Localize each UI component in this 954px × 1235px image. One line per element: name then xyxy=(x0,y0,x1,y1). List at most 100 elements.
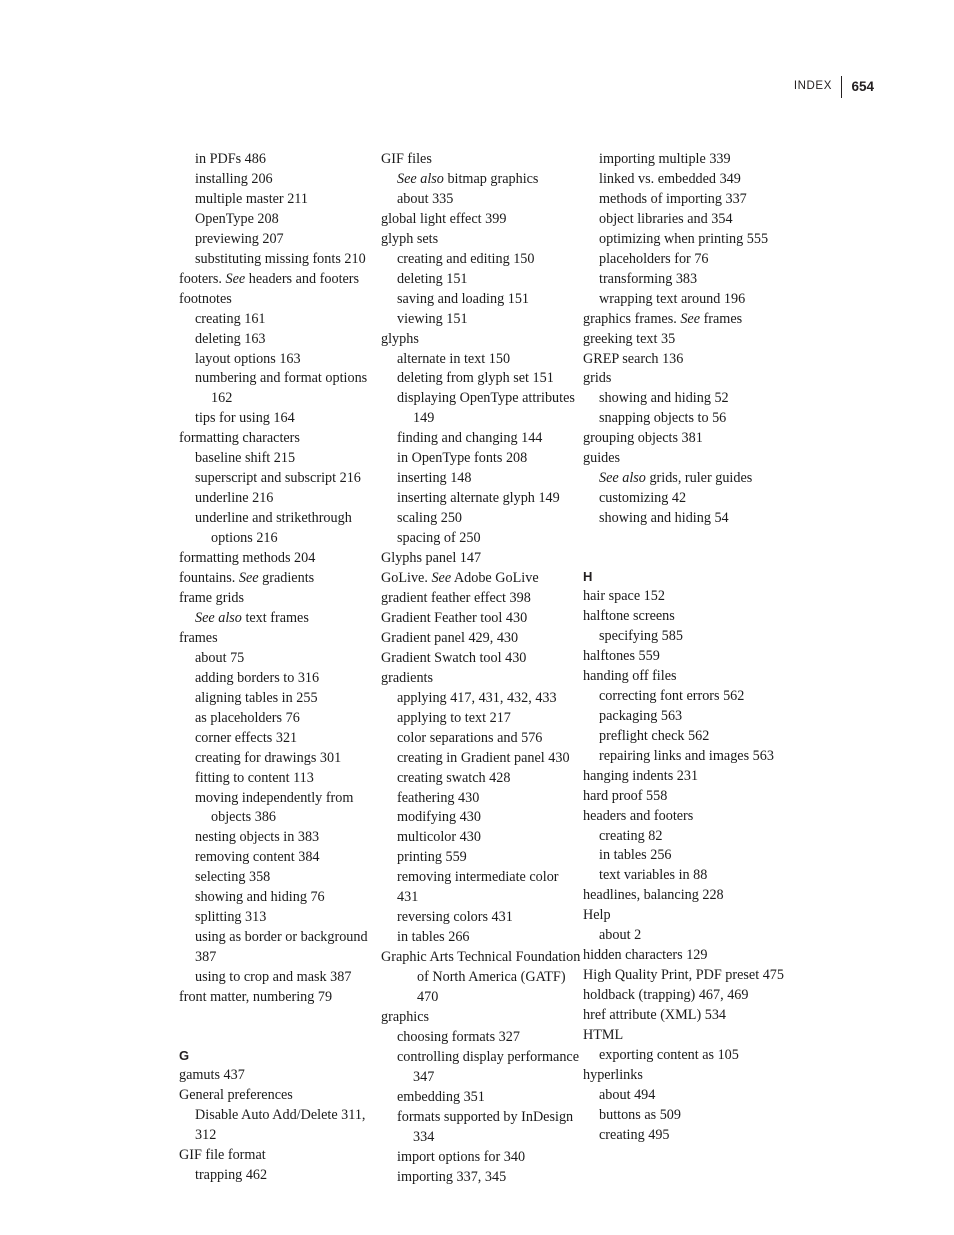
index-subentry: methods of importing 337 xyxy=(599,190,747,207)
index-subentry: substituting missing fonts 210 xyxy=(195,250,366,267)
index-subentry: inserting alternate glyph 149 xyxy=(397,490,560,507)
index-subentry: in tables 266 xyxy=(397,929,470,946)
index-subentry: placeholders for 76 xyxy=(599,250,709,267)
index-subentry: corner effects 321 xyxy=(195,729,298,746)
index-entry: GREP search 136 xyxy=(583,350,684,367)
index-page: { "header": { "label": "INDEX", "folio":… xyxy=(0,0,954,1235)
index-subentry: scaling 250 xyxy=(397,510,463,527)
index-subentry: preflight check 562 xyxy=(599,727,710,744)
index-entry: grouping objects 381 xyxy=(583,430,703,447)
index-entry: guides xyxy=(583,450,621,467)
index-entry: footnotes xyxy=(179,290,232,307)
index-entry: glyph sets xyxy=(381,230,439,247)
cross-reference-term: See xyxy=(238,570,259,587)
cross-reference-term: See xyxy=(680,310,701,327)
index-subentry: repairing links and images 563 xyxy=(599,747,774,764)
index-entry: Gradient Swatch tool 430 xyxy=(381,649,527,666)
index-subentry: object libraries and 354 xyxy=(599,210,733,227)
index-section-heading: G xyxy=(179,1047,190,1063)
index-subentry: modifying 430 xyxy=(397,809,481,826)
index-subentry: spacing of 250 xyxy=(397,530,481,547)
index-entry: formatting methods 204 xyxy=(179,550,316,567)
index-entry: graphics xyxy=(381,1008,430,1025)
index-entry: headers and footers xyxy=(583,807,694,824)
index-subentry: nesting objects in 383 xyxy=(195,829,320,846)
index-subentry: about 335 xyxy=(397,190,454,207)
index-column-2: GIF files See also bitmap graphics about 3… xyxy=(381,150,583,1188)
index-subentry: adding borders to 316 xyxy=(195,669,320,686)
index-entry: formatting characters xyxy=(179,430,300,447)
index-subentry: viewing 151 xyxy=(397,310,468,327)
index-entry: footers. See headers and footers xyxy=(179,270,360,287)
index-subentry: linked vs. embedded 349 xyxy=(599,170,741,187)
index-entry: hyperlinks xyxy=(583,1066,643,1083)
index-subentry: customizing 42 xyxy=(599,490,687,507)
index-subentry: correcting font errors 562 xyxy=(599,687,745,704)
index-subentry: creating 495 xyxy=(599,1126,670,1143)
index-subentry: formats supported by InDesign 334 xyxy=(397,1108,574,1145)
running-header-label: INDEX xyxy=(793,80,832,93)
index-entry: grids xyxy=(583,370,612,387)
index-subentry: about 494 xyxy=(599,1086,656,1103)
index-entry: front matter, numbering 79 xyxy=(179,989,333,1006)
index-entry: GoLive. See Adobe GoLive xyxy=(381,570,539,587)
index-subentry: import options for 340 xyxy=(397,1148,526,1165)
index-subentry: numbering and format options 162 xyxy=(195,370,368,407)
index-entry: GIF file format xyxy=(179,1146,266,1163)
cross-reference-term: See xyxy=(431,570,452,587)
index-subentry: as placeholders 76 xyxy=(195,709,300,726)
index-subentry: color separations and 576 xyxy=(397,729,543,746)
index-subentry: deleting from glyph set 151 xyxy=(397,370,554,387)
index-subentry: creating in Gradient panel 430 xyxy=(397,749,570,766)
index-subentry: See also bitmap graphics xyxy=(397,170,539,187)
index-subentry: text variables in 88 xyxy=(599,867,708,884)
index-entry: hidden characters 129 xyxy=(583,947,708,964)
index-subentry: installing 206 xyxy=(195,170,273,187)
index-entry: graphics frames. See frames xyxy=(583,310,743,327)
index-subentry: baseline shift 215 xyxy=(195,450,296,467)
index-entry: holdback (trapping) 467, 469 xyxy=(583,987,749,1004)
index-subentry: alternate in text 150 xyxy=(397,350,511,367)
index-entry: glyphs xyxy=(381,330,419,347)
index-column-3: importing multiple 339 linked vs. embedde… xyxy=(583,150,785,1188)
index-subentry: underline and strikethrough options 216 xyxy=(195,510,352,547)
index-entry: gradient feather effect 398 xyxy=(381,589,531,606)
index-entry: Gradient panel 429, 430 xyxy=(381,629,519,646)
index-subentry: showing and hiding 76 xyxy=(195,889,325,906)
index-subentry: about 2 xyxy=(599,927,642,944)
index-entry: HTML xyxy=(583,1027,624,1044)
index-subentry: importing multiple 339 xyxy=(599,151,731,167)
index-subentry: creating 161 xyxy=(195,310,266,327)
index-subentry: snapping objects to 56 xyxy=(599,410,727,427)
index-subentry: moving independently from objects 386 xyxy=(195,789,354,826)
index-entry: fountains. See gradients xyxy=(179,570,315,587)
index-entry: greeking text 35 xyxy=(583,330,676,347)
index-subentry: trapping 462 xyxy=(195,1166,268,1183)
index-entry: Help xyxy=(583,907,611,924)
index-subentry: Disable Auto Add/Delete 311, 312 xyxy=(195,1106,366,1143)
page-number: 654 xyxy=(851,79,874,95)
index-subentry: transforming 383 xyxy=(599,270,698,287)
index-entry: GIF files xyxy=(381,151,432,167)
index-entry: hair space 152 xyxy=(583,588,665,605)
index-subentry: creating for drawings 301 xyxy=(195,749,342,766)
index-subentry: finding and changing 144 xyxy=(397,430,543,447)
index-subentry: choosing formats 327 xyxy=(397,1028,520,1045)
index-subentry: underline 216 xyxy=(195,490,274,507)
index-subentry: multiple master 211 xyxy=(195,190,308,207)
index-entry: General preferences xyxy=(179,1086,293,1103)
index-entry: gradients xyxy=(381,669,434,686)
index-subentry: saving and loading 151 xyxy=(397,290,530,307)
index-subentry: showing and hiding 52 xyxy=(599,390,729,407)
index-subentry: optimizing when printing 555 xyxy=(599,230,769,247)
index-subentry: specifying 585 xyxy=(599,627,683,644)
index-body: in PDFs 486 installing 206 multiple master… xyxy=(179,150,901,1188)
index-subentry: wrapping text around 196 xyxy=(599,290,746,307)
index-section-heading: H xyxy=(583,569,593,585)
index-subentry: superscript and subscript 216 xyxy=(195,470,361,487)
index-subentry: in tables 256 xyxy=(599,847,672,864)
index-subentry: printing 559 xyxy=(397,849,467,866)
index-column-1: in PDFs 486 installing 206 multiple master… xyxy=(179,150,381,1188)
